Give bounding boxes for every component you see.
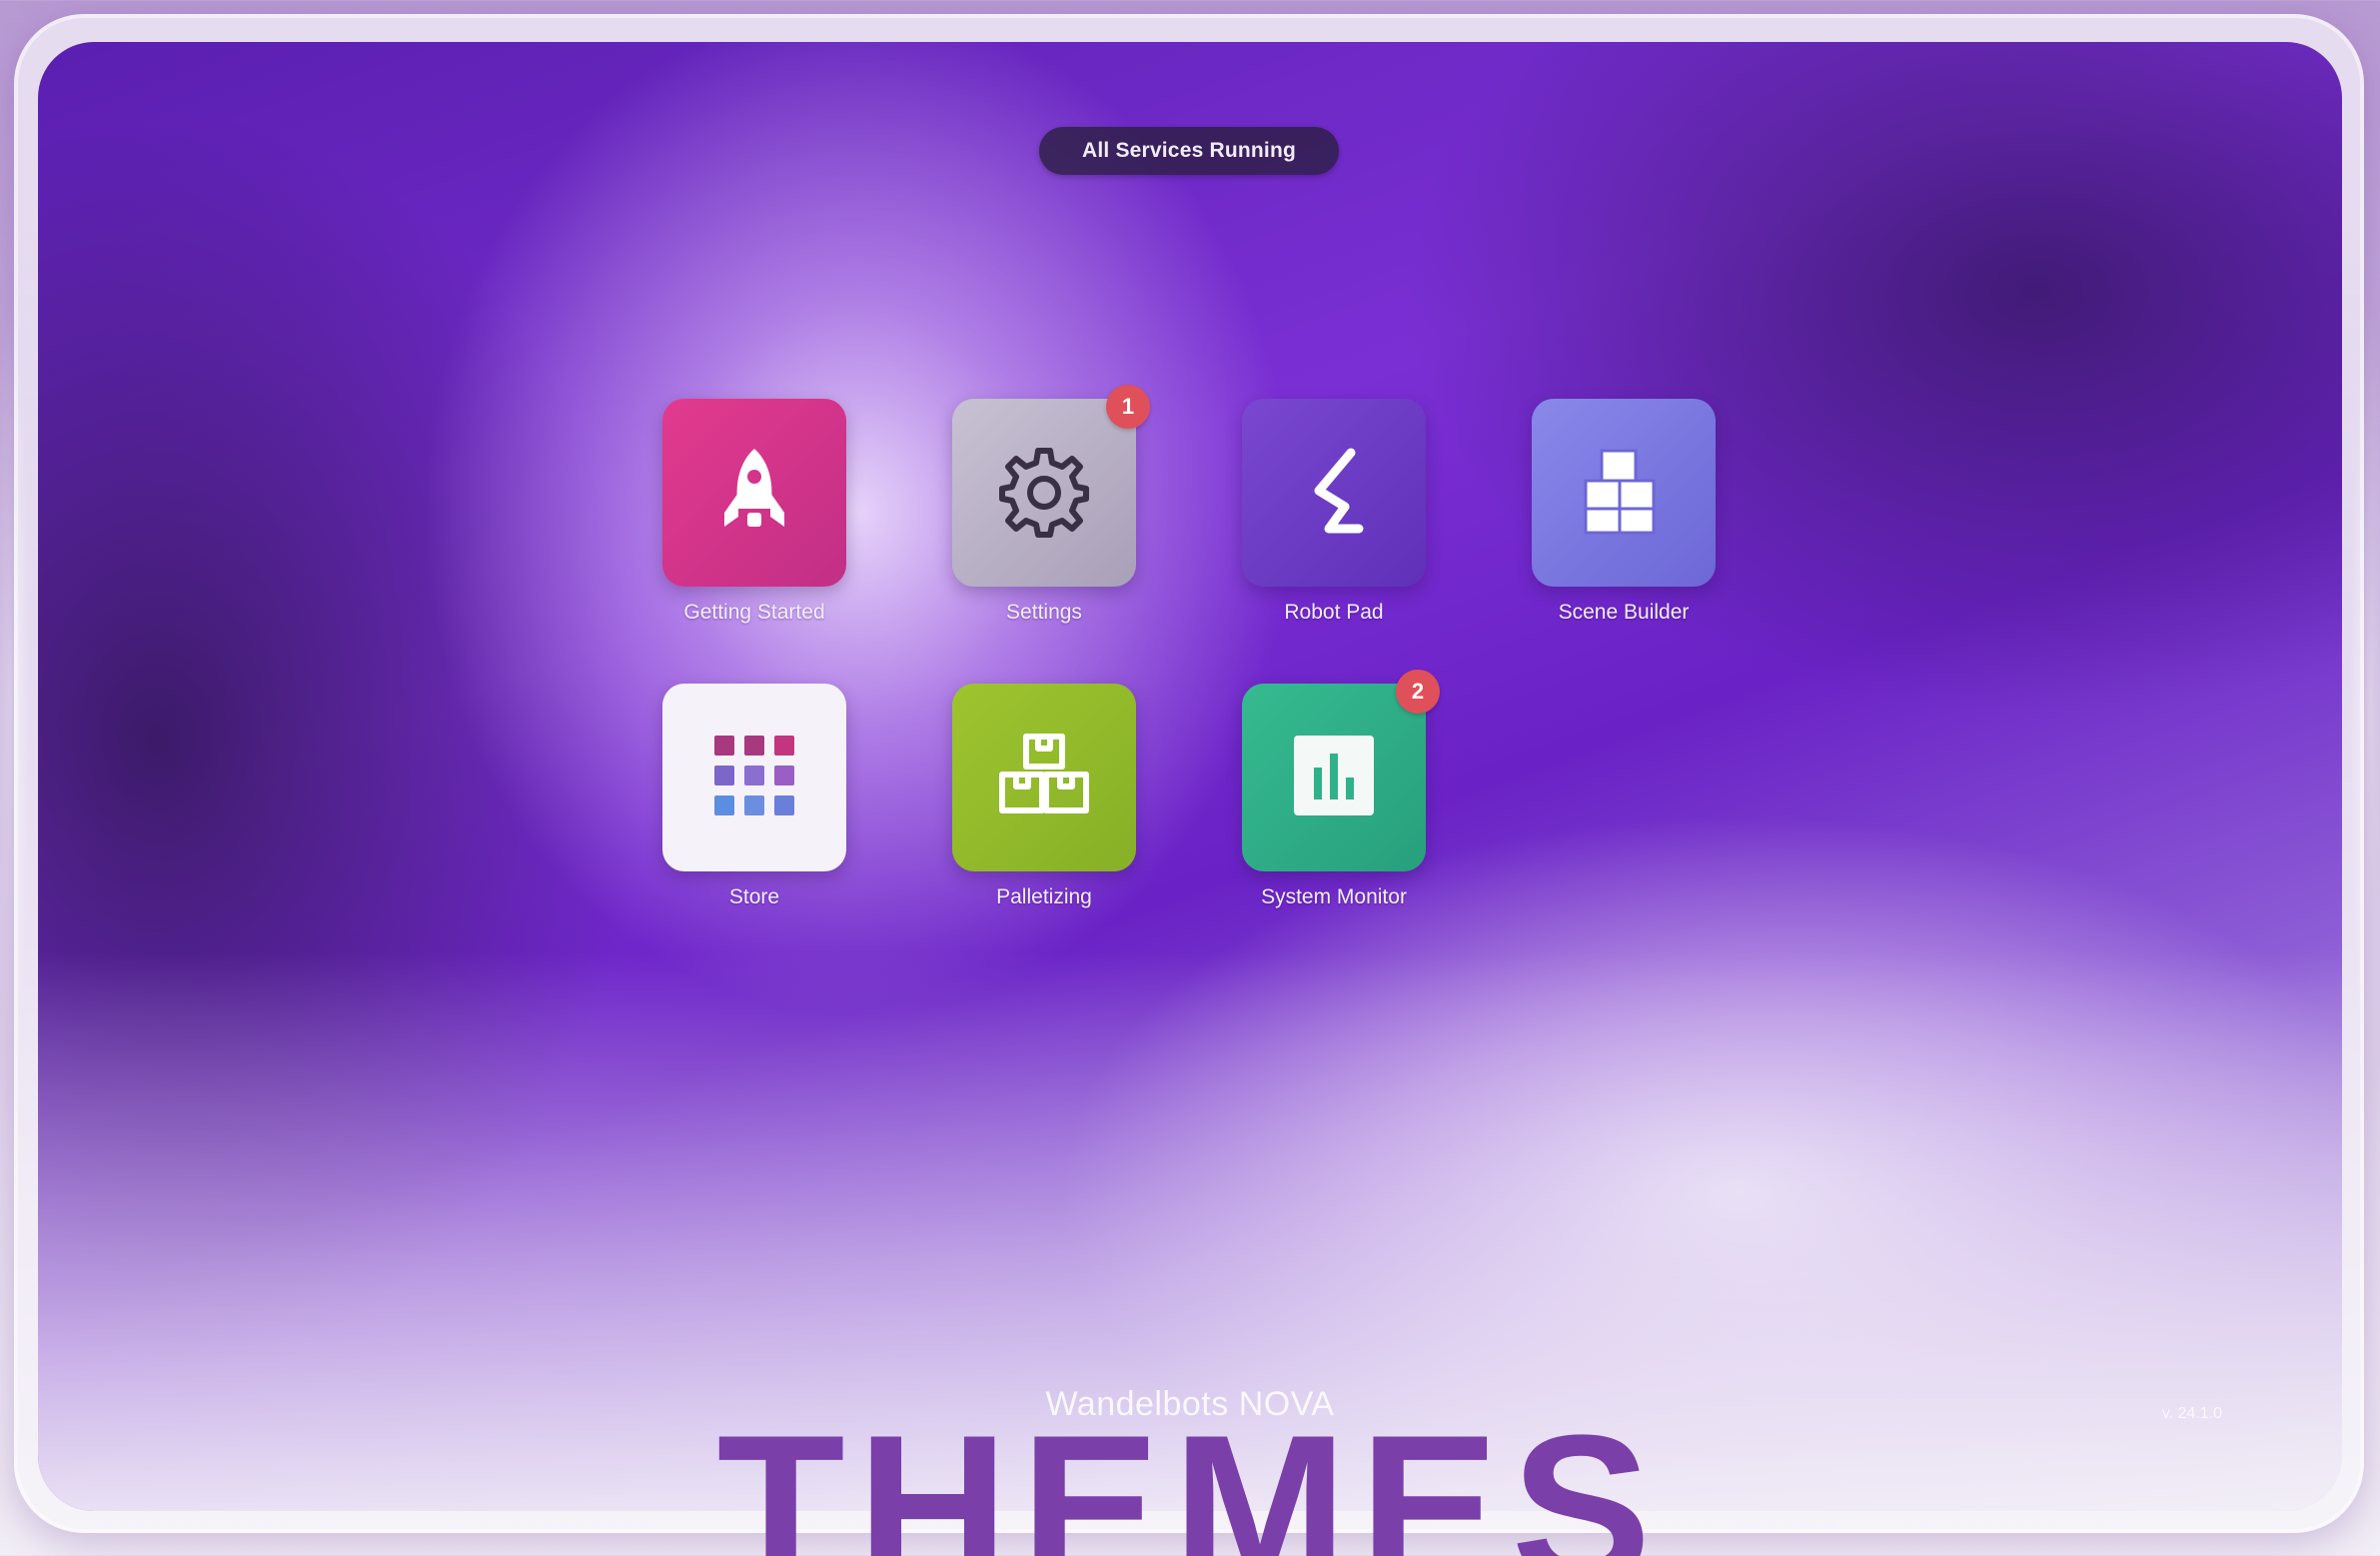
robot-arm-icon (1289, 441, 1379, 546)
app-scene-builder[interactable]: Scene Builder (1531, 399, 1717, 625)
gear-icon (996, 443, 1092, 544)
home-screen: All Services Running Getting Started 1 S… (38, 42, 2342, 1511)
app-icon-tile[interactable]: 2 (1242, 670, 1440, 871)
status-pill[interactable]: All Services Running (1039, 127, 1339, 175)
app-getting-started[interactable]: Getting Started (661, 399, 847, 625)
app-icon-tile[interactable] (952, 684, 1136, 871)
app-label: Getting Started (683, 601, 825, 624)
status-label: All Services Running (1081, 139, 1297, 162)
app-label: Settings (1006, 601, 1082, 624)
app-icon-tile[interactable] (1532, 399, 1716, 587)
notification-badge: 2 (1396, 670, 1440, 714)
boxes-icon (996, 731, 1092, 825)
app-label: Store (728, 885, 780, 908)
app-label: System Monitor (1261, 885, 1407, 908)
app-label: Scene Builder (1558, 601, 1690, 624)
app-settings[interactable]: 1 Settings (951, 385, 1150, 625)
grid-icon (712, 734, 796, 822)
notification-badge: 1 (1106, 385, 1150, 429)
app-system-monitor[interactable]: 2 System Monitor (1241, 670, 1440, 909)
hero-title: THEMES (716, 1404, 1664, 1556)
app-store[interactable]: Store (661, 684, 847, 909)
app-label: Palletizing (996, 885, 1092, 908)
app-palletizing[interactable]: Palletizing (951, 684, 1137, 909)
app-icon-tile[interactable] (662, 399, 846, 587)
app-icon-tile[interactable] (1242, 399, 1426, 587)
app-robot-pad[interactable]: Robot Pad (1241, 399, 1427, 625)
rocket-icon (714, 443, 794, 544)
app-icon-tile[interactable]: 1 (952, 385, 1150, 587)
cubes-icon (1574, 443, 1674, 544)
app-label: Robot Pad (1284, 601, 1384, 624)
app-icon-tile[interactable] (662, 684, 846, 871)
chart-icon (1292, 734, 1376, 822)
